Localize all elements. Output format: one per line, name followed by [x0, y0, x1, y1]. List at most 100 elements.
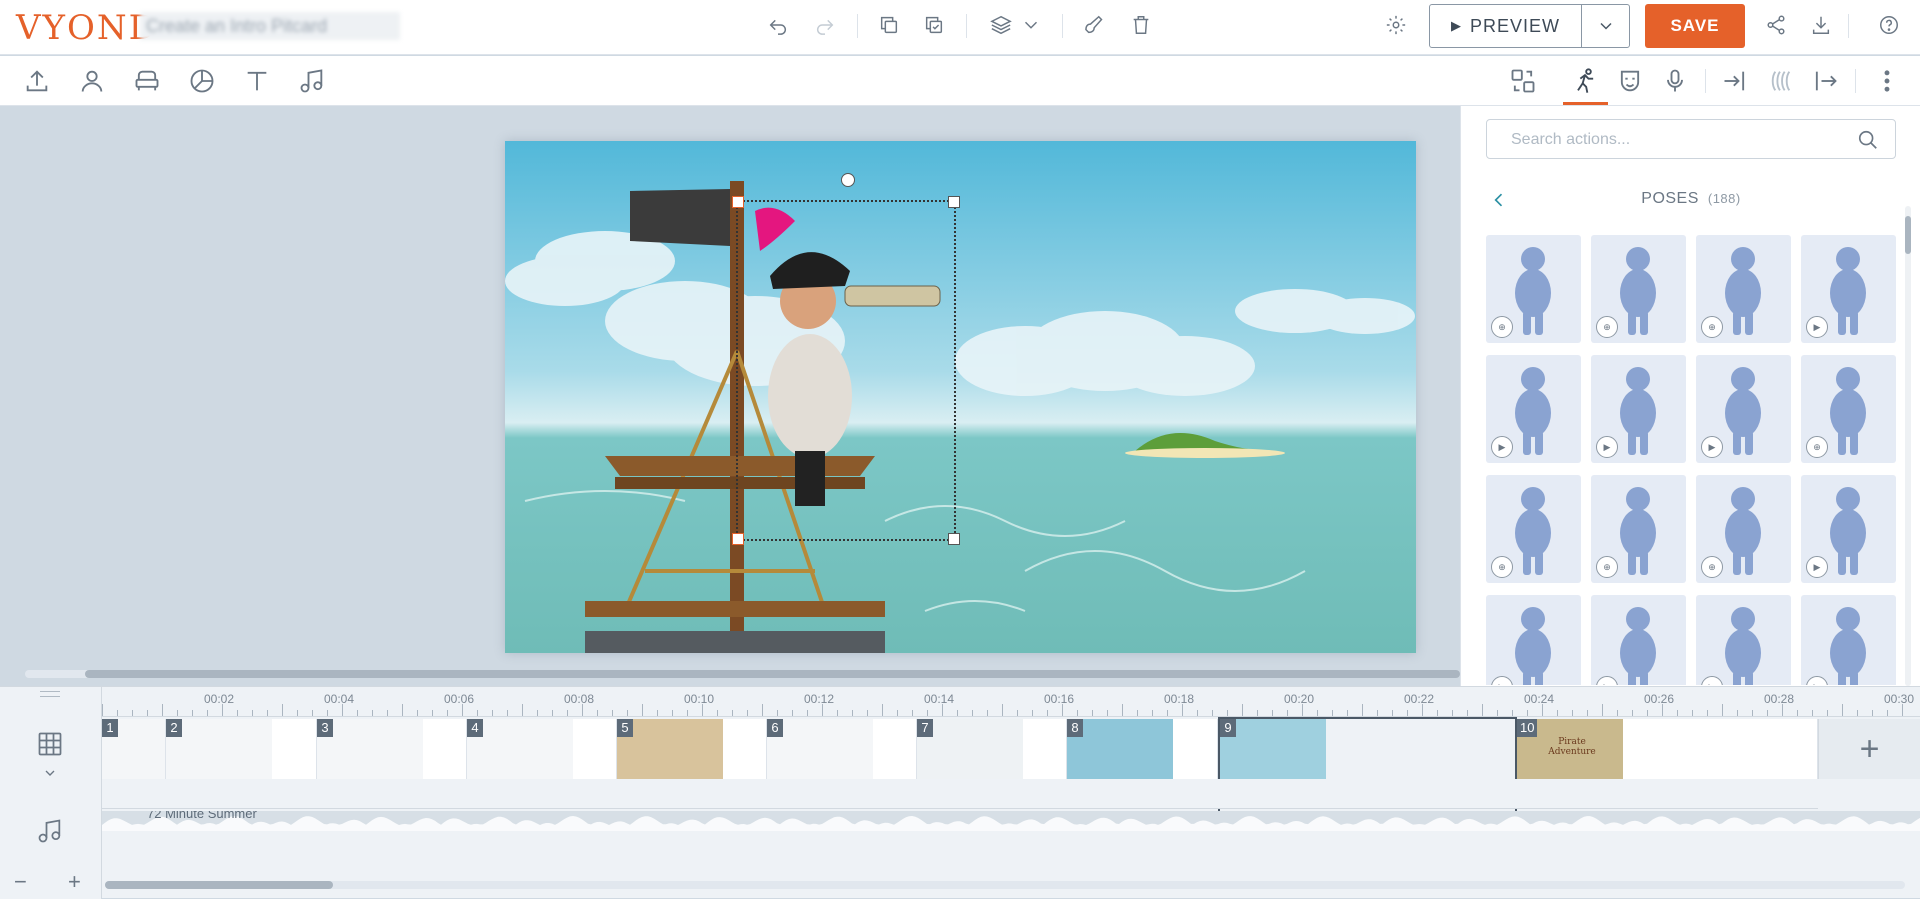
- selection-box[interactable]: [732, 173, 960, 545]
- pose-thumbnail[interactable]: ▶: [1486, 595, 1581, 685]
- ruler-tick: [1032, 710, 1033, 716]
- save-button[interactable]: SAVE: [1645, 4, 1745, 48]
- pose-thumbnail[interactable]: ⊕: [1696, 475, 1791, 583]
- scene-canvas[interactable]: [505, 141, 1416, 653]
- redo-icon[interactable]: [812, 12, 838, 38]
- expression-icon[interactable]: [1615, 66, 1645, 96]
- rotate-handle[interactable]: [841, 173, 855, 187]
- resize-handle[interactable]: [732, 196, 744, 208]
- pose-thumbnail[interactable]: ⊕: [1591, 235, 1686, 343]
- undo-icon[interactable]: [765, 12, 791, 38]
- scene-thumbnail[interactable]: 1: [102, 719, 166, 779]
- microphone-icon[interactable]: [1660, 66, 1690, 96]
- zoom-icon[interactable]: ⊕: [1701, 556, 1723, 578]
- timeline-scroll-thumb[interactable]: [105, 881, 333, 889]
- panel-scroll-thumb[interactable]: [1905, 216, 1911, 254]
- zoom-icon[interactable]: ⊕: [1596, 316, 1618, 338]
- brush-icon[interactable]: [1083, 12, 1109, 38]
- play-icon[interactable]: ▶: [1806, 556, 1828, 578]
- scene-thumbnail[interactable]: 3: [317, 719, 467, 779]
- layers-icon[interactable]: [988, 12, 1014, 38]
- zoom-icon[interactable]: ⊕: [1596, 556, 1618, 578]
- zoom-icon[interactable]: ⊕: [1806, 436, 1828, 458]
- scene-thumbnail[interactable]: 6: [767, 719, 917, 779]
- trash-icon[interactable]: [1128, 12, 1154, 38]
- search-actions-field[interactable]: Search actions...: [1486, 119, 1896, 159]
- music-icon[interactable]: [297, 66, 327, 96]
- pose-thumbnail[interactable]: ▶: [1801, 595, 1896, 685]
- text-icon[interactable]: [242, 66, 272, 96]
- chevron-down-icon[interactable]: [1018, 12, 1044, 38]
- zoom-icon[interactable]: ⊕: [1701, 316, 1723, 338]
- pose-thumbnail[interactable]: ▶: [1801, 235, 1896, 343]
- search-icon[interactable]: [1857, 129, 1879, 156]
- character-icon[interactable]: [77, 66, 107, 96]
- ruler-tick: [1017, 710, 1018, 716]
- gear-icon[interactable]: [1383, 12, 1409, 38]
- audio-track[interactable]: 72 Minute Summer: [102, 811, 1920, 831]
- drag-handle-icon[interactable]: [40, 691, 60, 697]
- pose-thumbnail[interactable]: ⊕: [1591, 475, 1686, 583]
- ruler-tick: [207, 710, 208, 716]
- ruler-tick: [612, 710, 613, 716]
- preview-button[interactable]: ▶ PREVIEW: [1429, 4, 1630, 48]
- time-ruler[interactable]: 00:02 00:04 00:06 00:08 00:10 00:12 00:14 00:16…: [102, 687, 1920, 717]
- collapse-chevron-icon[interactable]: [42, 765, 58, 786]
- scenes-icon[interactable]: [36, 730, 64, 763]
- props-icon[interactable]: [132, 66, 162, 96]
- ruler-tick: [927, 710, 928, 716]
- more-icon[interactable]: [1872, 66, 1902, 96]
- resize-handle[interactable]: [948, 196, 960, 208]
- vyond-logo[interactable]: VYOND: [16, 8, 158, 48]
- pose-thumbnail[interactable]: ▶: [1591, 595, 1686, 685]
- preview-dropdown-icon[interactable]: [1582, 16, 1629, 36]
- preview-main[interactable]: ▶ PREVIEW: [1430, 5, 1582, 47]
- upload-icon[interactable]: [22, 66, 52, 96]
- scene-thumbnail[interactable]: 5: [617, 719, 767, 779]
- add-scene-button[interactable]: +: [1818, 719, 1920, 779]
- scene-thumbnail[interactable]: 8: [1067, 719, 1218, 779]
- resize-handle[interactable]: [948, 533, 960, 545]
- pose-thumbnail[interactable]: ⊕: [1486, 235, 1581, 343]
- scene-thumbnail[interactable]: Pirate Adventure 10: [1517, 719, 1818, 779]
- video-title[interactable]: Create an Intro Pitcard: [140, 12, 400, 40]
- zoom-icon[interactable]: ⊕: [1491, 316, 1513, 338]
- stage-scrollbar[interactable]: [25, 670, 1460, 678]
- scene-thumbnail[interactable]: 7: [917, 719, 1067, 779]
- play-icon[interactable]: ▶: [1596, 436, 1618, 458]
- ruler-tick: [1887, 710, 1888, 716]
- help-icon[interactable]: [1876, 12, 1902, 38]
- paste-icon[interactable]: [921, 12, 947, 38]
- active-tab-indicator: [1563, 102, 1608, 105]
- motion-path-icon[interactable]: [1765, 66, 1795, 96]
- pose-thumbnail[interactable]: ⊕: [1696, 235, 1791, 343]
- scene-thumbnail[interactable]: 2: [166, 719, 317, 779]
- copy-icon[interactable]: [876, 12, 902, 38]
- panel-scrollbar[interactable]: [1905, 206, 1911, 686]
- play-icon[interactable]: ▶: [1806, 316, 1828, 338]
- resize-handle[interactable]: [732, 533, 744, 545]
- pose-thumbnail[interactable]: ▶: [1801, 475, 1896, 583]
- chart-icon[interactable]: [187, 66, 217, 96]
- pose-thumbnail[interactable]: ⊕: [1801, 355, 1896, 463]
- download-icon[interactable]: [1808, 12, 1834, 38]
- pose-thumbnail[interactable]: ▶: [1486, 355, 1581, 463]
- action-icon[interactable]: [1570, 66, 1600, 96]
- pose-thumbnail[interactable]: ▶: [1696, 595, 1791, 685]
- play-icon[interactable]: ▶: [1701, 436, 1723, 458]
- zoom-in-button[interactable]: +: [68, 869, 81, 895]
- pose-thumbnail[interactable]: ▶: [1591, 355, 1686, 463]
- play-icon[interactable]: ▶: [1491, 436, 1513, 458]
- zoom-icon[interactable]: ⊕: [1491, 556, 1513, 578]
- zoom-out-button[interactable]: −: [14, 869, 27, 895]
- pose-thumbnail[interactable]: ⊕: [1486, 475, 1581, 583]
- pose-thumbnail[interactable]: ▶: [1696, 355, 1791, 463]
- stage-scroll-thumb[interactable]: [85, 670, 1460, 678]
- exit-icon[interactable]: [1810, 66, 1840, 96]
- enter-icon[interactable]: [1720, 66, 1750, 96]
- scene-thumbnail[interactable]: 4: [467, 719, 617, 779]
- share-icon[interactable]: [1763, 12, 1789, 38]
- swap-icon[interactable]: [1508, 66, 1538, 96]
- timeline-scrollbar[interactable]: [105, 881, 1905, 889]
- ruler-tick: [1572, 710, 1573, 716]
